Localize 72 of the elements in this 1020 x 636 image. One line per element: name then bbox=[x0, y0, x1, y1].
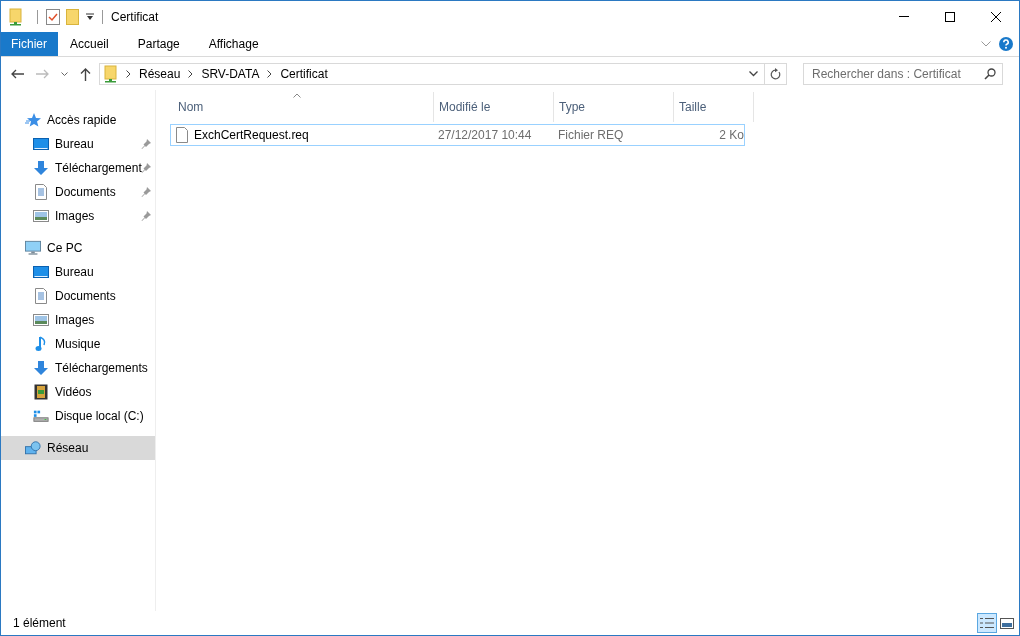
sidebar-item[interactable]: Musique bbox=[55, 337, 101, 351]
document-icon bbox=[34, 288, 48, 304]
star-icon bbox=[25, 112, 41, 128]
sidebar-item[interactable]: Images bbox=[55, 209, 95, 223]
chevron-down-icon[interactable] bbox=[61, 72, 68, 76]
address-bar[interactable]: Réseau SRV-DATA Certificat bbox=[99, 63, 787, 85]
column-header[interactable]: Taille bbox=[674, 92, 754, 122]
folder-icon bbox=[9, 7, 23, 26]
file-type: Fichier REQ bbox=[557, 128, 625, 142]
up-arrow-icon[interactable] bbox=[80, 67, 91, 81]
sidebar-item[interactable]: Images bbox=[55, 313, 95, 327]
pin-icon[interactable] bbox=[141, 163, 151, 173]
breadcrumb-item[interactable]: Certificat bbox=[280, 67, 328, 81]
column-header[interactable]: Modifié le bbox=[434, 92, 554, 122]
drive-icon bbox=[33, 409, 49, 423]
back-arrow-icon[interactable] bbox=[11, 69, 24, 79]
document-icon bbox=[34, 184, 48, 200]
ribbon-tab[interactable]: Accueil bbox=[60, 32, 126, 56]
column-header[interactable]: Type bbox=[554, 92, 674, 122]
down-arrow-icon bbox=[33, 360, 49, 376]
modified-date: 27/12/2017 10:44 bbox=[437, 128, 533, 142]
sidebar-item[interactable]: Documents bbox=[55, 289, 116, 303]
sidebar-item[interactable]: Vidéos bbox=[55, 385, 92, 399]
ribbon-tab[interactable]: Fichier bbox=[1, 32, 58, 56]
breadcrumb-item[interactable]: SRV-DATA bbox=[201, 67, 260, 81]
image-icon bbox=[33, 313, 49, 327]
sidebar-item[interactable]: Accès rapide bbox=[1, 108, 155, 132]
file-name: ExchCertRequest.req bbox=[194, 128, 309, 142]
folder-icon bbox=[104, 65, 118, 83]
close-icon bbox=[991, 11, 1001, 22]
refresh-icon[interactable] bbox=[770, 68, 781, 80]
details-view-button[interactable] bbox=[977, 613, 997, 633]
down-arrow-icon bbox=[33, 160, 49, 176]
image-icon bbox=[33, 209, 49, 223]
film-icon bbox=[34, 384, 48, 400]
chevron-right-icon[interactable] bbox=[188, 70, 194, 78]
file-icon bbox=[176, 127, 188, 143]
item-count: 1 élément bbox=[13, 616, 66, 630]
file-row[interactable]: ExchCertRequest.req 27/12/2017 10:44 Fichier REQ 2 Ko bbox=[170, 124, 745, 146]
network-icon bbox=[25, 440, 41, 456]
chevron-right-icon[interactable] bbox=[126, 70, 131, 78]
sidebar-item[interactable]: Documents bbox=[55, 185, 116, 199]
search-icon bbox=[984, 68, 996, 80]
sidebar-item[interactable]: Bureau bbox=[55, 265, 94, 279]
help-icon[interactable] bbox=[999, 37, 1013, 51]
music-note-icon bbox=[35, 336, 47, 352]
search-field[interactable]: Rechercher dans : Certificat bbox=[803, 63, 1003, 85]
column-header[interactable]: Nom bbox=[173, 92, 434, 122]
pin-icon[interactable] bbox=[141, 139, 151, 149]
minimize-icon bbox=[899, 16, 909, 17]
ribbon-tab[interactable]: Partage bbox=[127, 32, 197, 56]
chevron-right-icon[interactable] bbox=[267, 70, 273, 78]
pin-icon[interactable] bbox=[141, 211, 151, 221]
sidebar-item[interactable]: Disque local (C:) bbox=[55, 409, 144, 423]
ribbon-tab[interactable]: Affichage bbox=[198, 32, 276, 56]
desktop-icon bbox=[33, 265, 49, 279]
breadcrumb-item[interactable]: Réseau bbox=[139, 67, 181, 81]
sidebar-item[interactable]: Bureau bbox=[55, 137, 94, 151]
checkmark-document-icon[interactable] bbox=[46, 8, 60, 25]
sidebar-item[interactable]: Ce PC bbox=[1, 236, 155, 260]
pin-icon[interactable] bbox=[141, 187, 151, 197]
sidebar-item[interactable]: Téléchargement bbox=[55, 161, 142, 175]
sidebar-item[interactable]: Téléchargements bbox=[55, 361, 148, 375]
file-size: 2 Ko bbox=[718, 128, 745, 142]
computer-icon bbox=[25, 240, 41, 256]
details-view-icon bbox=[980, 617, 994, 629]
window-title: Certificat bbox=[111, 9, 159, 24]
sidebar-item[interactable]: Réseau bbox=[1, 436, 155, 460]
thumbnail-view-icon bbox=[1000, 617, 1014, 629]
dropdown-icon[interactable] bbox=[86, 12, 94, 21]
desktop-icon bbox=[33, 137, 49, 151]
maximize-icon bbox=[945, 11, 955, 22]
